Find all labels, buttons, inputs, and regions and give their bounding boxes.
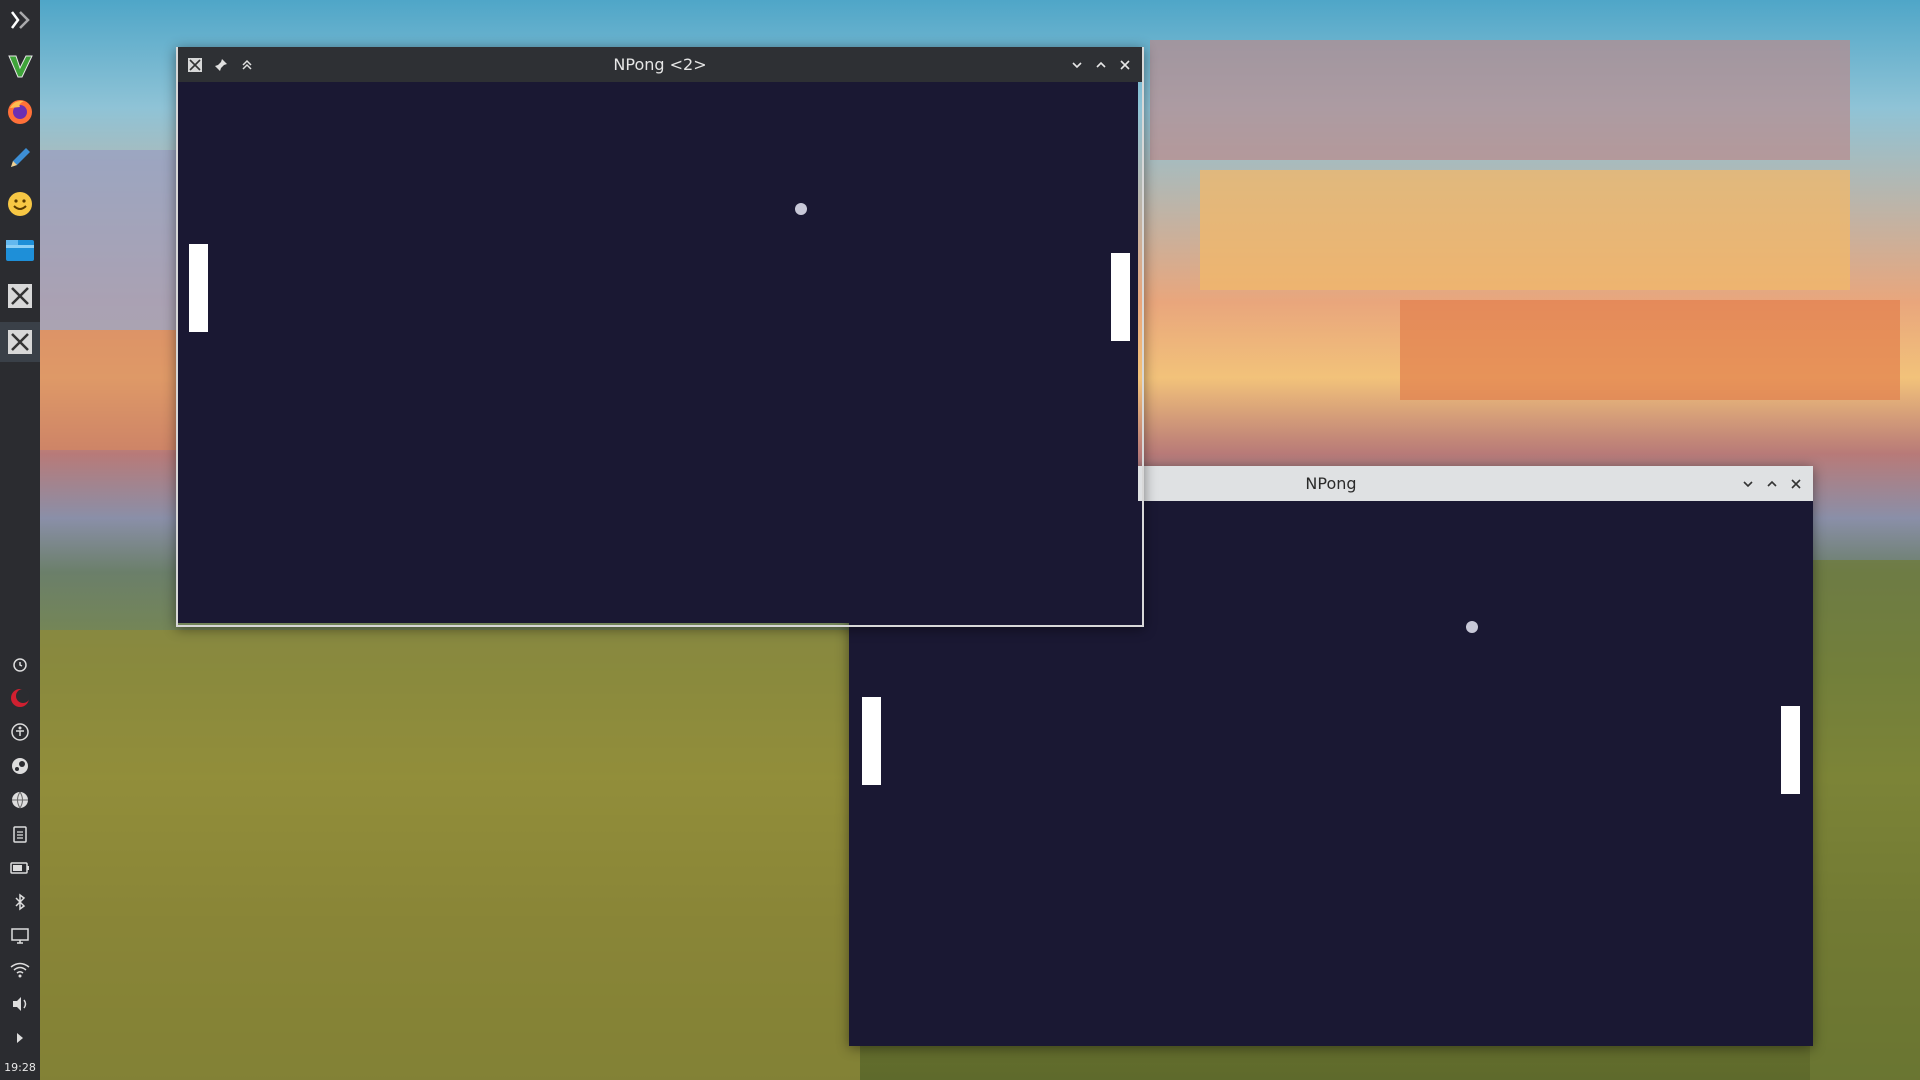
window-menu-button[interactable] <box>184 54 206 76</box>
ball <box>1466 621 1478 633</box>
steam-icon[interactable] <box>0 751 40 781</box>
wallpaper-cloud <box>1150 40 1850 160</box>
smiley-icon[interactable] <box>0 184 40 224</box>
npong-2-window[interactable]: NPong <2> <box>176 47 1144 627</box>
vim-icon[interactable] <box>0 46 40 86</box>
wallpaper-field <box>40 630 860 1080</box>
firefox-icon[interactable] <box>0 92 40 132</box>
close-button[interactable] <box>1785 473 1807 495</box>
application-launcher-icon[interactable] <box>0 0 40 40</box>
clock[interactable]: 19:28 <box>4 1061 36 1074</box>
expand-tray-icon[interactable] <box>0 1023 40 1053</box>
volume-icon[interactable] <box>0 989 40 1019</box>
display-icon[interactable] <box>0 921 40 951</box>
taskbar: 19:28 <box>0 0 40 1080</box>
wallpaper-field <box>1810 560 1920 1080</box>
close-icon <box>1791 478 1801 489</box>
pin-icon <box>215 58 227 71</box>
window-title: NPong <2> <box>613 55 707 74</box>
night-mode-icon[interactable] <box>0 683 40 713</box>
file-manager-icon[interactable] <box>0 230 40 270</box>
chevron-down-icon <box>1072 61 1082 68</box>
pin-button[interactable] <box>210 54 232 76</box>
game-canvas[interactable] <box>178 82 1138 623</box>
wallpaper-cloud <box>40 330 180 450</box>
close-icon <box>1120 59 1130 70</box>
left-paddle <box>862 697 881 785</box>
minimize-button[interactable] <box>1737 473 1759 495</box>
left-paddle <box>189 244 208 332</box>
text-editor-icon[interactable] <box>0 138 40 178</box>
keep-above-button[interactable] <box>236 54 258 76</box>
double-chevron-up-icon <box>242 59 252 70</box>
chevron-down-icon <box>1743 480 1753 487</box>
x-window-icon[interactable] <box>0 276 40 316</box>
x-window-icon[interactable] <box>0 322 40 362</box>
clipboard-icon[interactable] <box>0 819 40 849</box>
minimize-button[interactable] <box>1066 54 1088 76</box>
accessibility-icon[interactable] <box>0 717 40 747</box>
maximize-button[interactable] <box>1761 473 1783 495</box>
right-paddle <box>1111 253 1130 341</box>
wallpaper-cloud <box>1200 170 1850 290</box>
window-titlebar[interactable]: NPong <2> <box>178 47 1142 82</box>
alarm-icon[interactable] <box>0 649 40 679</box>
wallpaper-cloud <box>40 150 180 330</box>
maximize-button[interactable] <box>1090 54 1112 76</box>
right-paddle <box>1781 706 1800 794</box>
battery-icon[interactable] <box>0 853 40 883</box>
globe-icon[interactable] <box>0 785 40 815</box>
x-window-icon <box>188 57 202 72</box>
wifi-icon[interactable] <box>0 955 40 985</box>
ball <box>795 203 807 215</box>
close-button[interactable] <box>1114 54 1136 76</box>
chevron-up-icon <box>1767 480 1777 487</box>
chevron-up-icon <box>1096 61 1106 68</box>
bluetooth-icon[interactable] <box>0 887 40 917</box>
wallpaper-cloud <box>1400 300 1900 400</box>
